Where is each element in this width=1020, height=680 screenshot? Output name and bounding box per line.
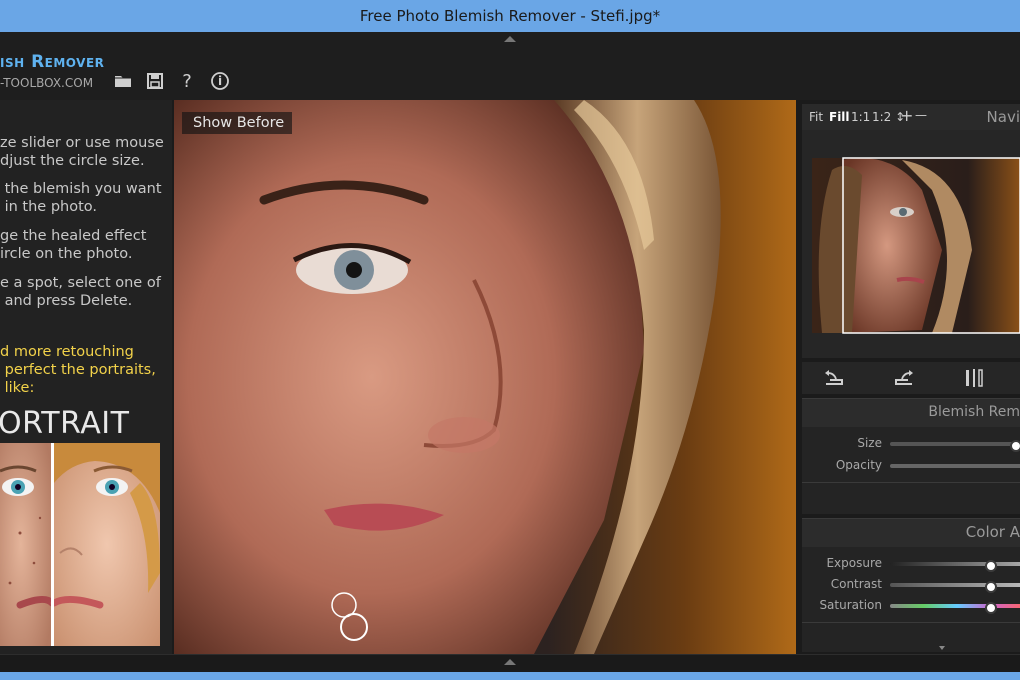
section-divider: [802, 482, 1020, 483]
zoom-fit-button[interactable]: Fit: [809, 110, 823, 124]
app-logo-title: ish Remover: [0, 52, 105, 72]
zoom-1-1-button[interactable]: 1:1: [851, 110, 870, 124]
contrast-label: Contrast: [830, 577, 882, 591]
color-adjust-section: Color A Exposure Contrast Saturation: [802, 518, 1020, 652]
save-icon[interactable]: [144, 70, 166, 92]
folder-open-icon[interactable]: [112, 70, 134, 92]
exposure-slider-knob[interactable]: [984, 560, 997, 572]
tip-delete-spot: e a spot, select one of and press Delete…: [0, 275, 161, 309]
opacity-label: Opacity: [835, 458, 882, 472]
bottom-bar: [0, 654, 1020, 673]
tip-click-blemish: the blemish you want in the photo.: [4, 181, 162, 215]
color-adjust-header[interactable]: Color A: [802, 518, 1020, 547]
help-glyph: ?: [182, 70, 192, 92]
rotate-left-icon[interactable]: [822, 368, 846, 388]
saturation-label: Saturation: [819, 598, 882, 612]
collapse-toolbar-arrow-icon[interactable]: [504, 36, 516, 42]
size-slider[interactable]: [890, 440, 1020, 452]
help-panel: ze slider or use mouse djust the circle …: [0, 100, 172, 654]
exposure-slider[interactable]: [890, 560, 1020, 572]
right-panel: Fit Fill 1:1 1:2 ↕ + — Navi Blemish Rem …: [798, 100, 1020, 654]
saturation-slider-knob[interactable]: [984, 602, 997, 614]
rotate-toolbar: [802, 362, 1020, 394]
blemish-remover-header[interactable]: Blemish Rem: [802, 398, 1020, 427]
tip-size: ze slider or use mouse djust the circle …: [0, 135, 164, 169]
zoom-fill-button[interactable]: Fill: [829, 110, 850, 124]
contrast-slider-knob[interactable]: [984, 581, 997, 593]
color-adjust-title: Color A: [965, 523, 1020, 541]
show-before-button[interactable]: Show Before: [182, 112, 293, 134]
window-title: Free Photo Blemish Remover - Stefi.jpg*: [359, 7, 661, 25]
opacity-slider[interactable]: [890, 464, 1020, 468]
blemish-remover-section: Blemish Rem Size Opacity: [802, 398, 1020, 514]
flip-icon[interactable]: [962, 368, 986, 388]
app-logo-subtitle: -TOOLBOX.COM: [0, 76, 94, 90]
tip-change-effect: ge the healed effect ircle on the photo.: [0, 228, 147, 262]
rotate-right-icon[interactable]: [892, 368, 916, 388]
promo-before-after-image[interactable]: [0, 443, 160, 646]
size-slider-knob[interactable]: [1010, 440, 1020, 452]
toolbar: ish Remover -TOOLBOX.COM ? i: [0, 32, 1020, 100]
blemish-remover-title: Blemish Rem: [928, 404, 1020, 420]
contrast-slider[interactable]: [890, 581, 1020, 593]
zoom-out-button[interactable]: —: [915, 108, 927, 122]
exposure-label: Exposure: [826, 556, 882, 570]
promo-text[interactable]: d more retouching perfect the portraits,…: [0, 343, 156, 397]
saturation-slider[interactable]: [890, 602, 1020, 614]
window-titlebar: Free Photo Blemish Remover - Stefi.jpg*: [0, 0, 1020, 32]
navigator-header: Fit Fill 1:1 1:2 ↕ + — Navi: [802, 104, 1020, 130]
scroll-down-arrow-icon[interactable]: [939, 646, 945, 650]
help-icon[interactable]: ?: [176, 70, 198, 92]
promo-portrait-title[interactable]: ORTRAIT: [0, 406, 129, 441]
zoom-in-button[interactable]: +: [900, 106, 913, 125]
section-divider: [802, 622, 1020, 623]
navigator-preview[interactable]: [802, 130, 1020, 358]
photo-canvas[interactable]: [174, 100, 796, 654]
window-status-strip: [0, 672, 1020, 680]
info-icon[interactable]: i: [209, 70, 231, 92]
expand-panel-arrow-icon[interactable]: [504, 659, 516, 665]
navigator-title: Navi: [986, 108, 1020, 126]
size-label: Size: [857, 436, 882, 450]
info-glyph: i: [217, 74, 223, 88]
